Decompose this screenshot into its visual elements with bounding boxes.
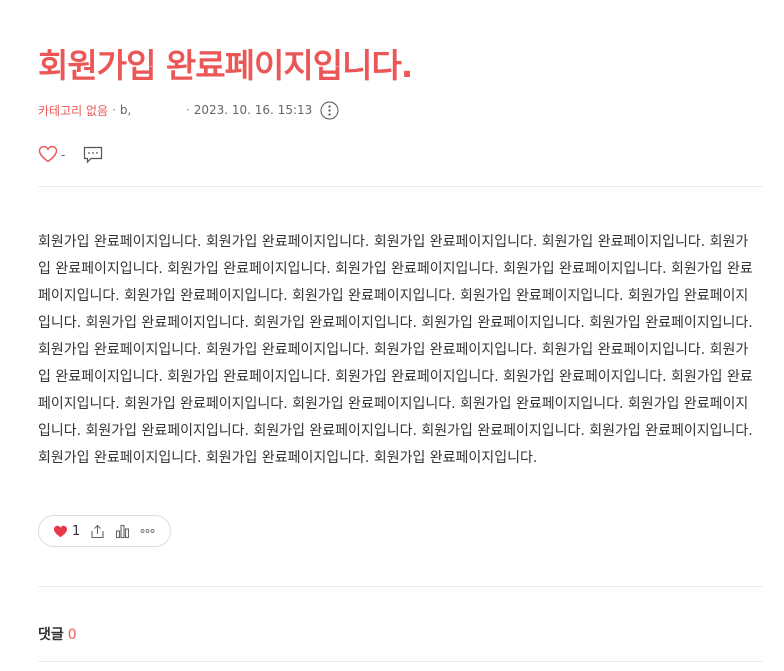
like-count: 1 [72, 523, 81, 539]
more-vertical-circle-icon[interactable] [320, 101, 339, 120]
post-date: 2023. 10. 16. 15:13 [193, 103, 313, 117]
reaction-bar: 1 [38, 515, 171, 547]
meta-separator: · [112, 103, 116, 117]
comment-icon[interactable] [83, 146, 103, 164]
heart-outline-icon [38, 145, 58, 166]
divider [38, 186, 763, 187]
like-button[interactable]: 1 [53, 524, 80, 539]
post-container: 회원가입 완료페이지입니다. 카테고리 없음 · b, · 2023. 10. … [38, 0, 763, 671]
category-link[interactable]: 카테고리 없음 [38, 102, 108, 119]
divider [38, 661, 763, 662]
post-title: 회원가입 완료페이지입니다. [38, 46, 413, 85]
like-button-top[interactable]: - [38, 145, 65, 166]
heart-filled-icon [53, 525, 68, 538]
more-horizontal-icon[interactable] [140, 528, 155, 534]
meta-separator: · [185, 103, 190, 117]
divider [38, 586, 763, 587]
author-name[interactable]: b, [120, 103, 182, 117]
post-top-actions: - [38, 144, 103, 166]
share-icon[interactable] [90, 524, 105, 539]
comments-header[interactable]: 댓글 0 [38, 624, 77, 644]
comments-count: 0 [67, 627, 77, 643]
like-count-top: - [61, 148, 66, 162]
comments-label: 댓글 [38, 627, 64, 643]
post-body: 회원가입 완료페이지입니다. 회원가입 완료페이지입니다. 회원가입 완료페이지… [38, 234, 753, 466]
post-meta: 카테고리 없음 · b, · 2023. 10. 16. 15:13 [38, 100, 339, 120]
stats-icon[interactable] [115, 524, 130, 539]
